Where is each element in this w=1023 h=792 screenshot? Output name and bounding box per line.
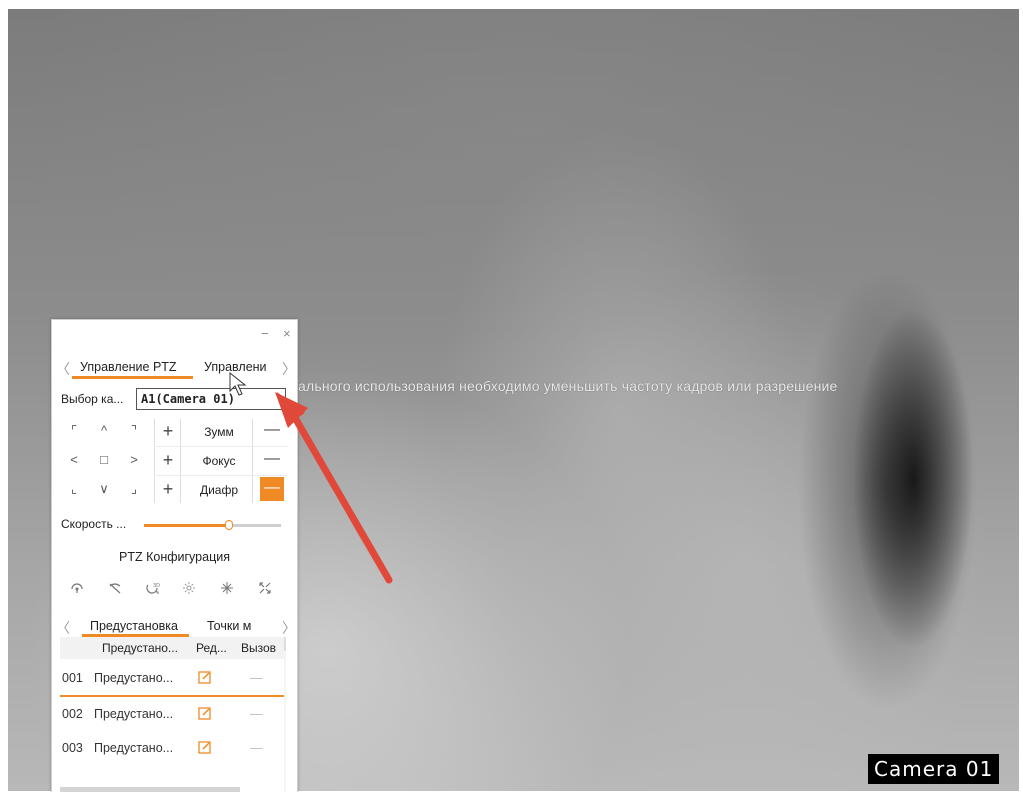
annotation-arrow [275,392,394,584]
mouse-cursor-icon [229,372,247,396]
